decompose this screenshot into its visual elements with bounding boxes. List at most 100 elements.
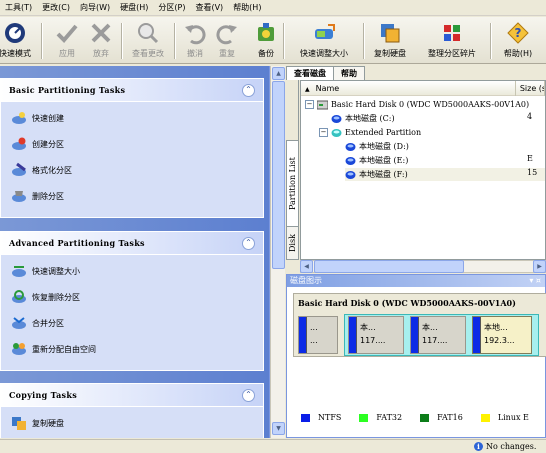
size-c: 4 [527, 112, 533, 121]
disk-map-panel: 磁盘图示 ▾ ¤ Basic Hard Disk 0 (WDC WD5000AA… [286, 274, 546, 438]
backup-button[interactable]: 备份 [252, 19, 280, 62]
basic-tasks-group: Basic Partitioning Tasks ⌃ 快速创建 创建分区 格式化… [0, 78, 264, 218]
task-copy-disk[interactable]: 复制硬盘 [11, 414, 64, 432]
tree-disk-row[interactable]: − Basic Hard Disk 0 (WDC WD5000AAKS-00V1… [305, 98, 529, 111]
defrag-button[interactable]: 整理分区碎片 [423, 19, 481, 62]
task-create-partition[interactable]: 创建分区 [11, 135, 64, 153]
advanced-tasks-header[interactable]: Advanced Partitioning Tasks ⌃ [1, 232, 263, 255]
fast-mode-button[interactable]: 快速模式 [0, 19, 38, 62]
discard-button[interactable]: 放弃 [86, 19, 116, 62]
column-name[interactable]: ▲ Name [301, 81, 516, 96]
toolbar-separator [490, 23, 491, 59]
menu-partition[interactable]: 分区(P) [153, 0, 190, 15]
tab-view-disk[interactable]: 查看磁盘 [286, 66, 334, 80]
apply-button[interactable]: 应用 [52, 19, 82, 62]
scroll-thumb[interactable] [272, 81, 285, 269]
disk-map-partition[interactable]: ...... [298, 316, 338, 354]
toolbar-separator [174, 23, 175, 59]
collapse-icon[interactable]: ⌃ [242, 388, 255, 402]
scroll-up-icon[interactable]: ▲ [272, 67, 285, 80]
size-e: E [527, 154, 533, 163]
disk-map-partition[interactable]: 本... 117.... [348, 316, 404, 354]
task-delete-partition[interactable]: 删除分区 [11, 187, 64, 205]
legend-ntfs: NTFS [301, 413, 341, 422]
toolbar-separator [363, 23, 364, 59]
view-changes-icon [136, 21, 160, 45]
hard-disk-icon [316, 100, 329, 110]
view-changes-button[interactable]: 查看更改 [127, 19, 169, 62]
collapse-toggle-icon[interactable]: − [305, 100, 314, 109]
menu-wizard[interactable]: 向导(W) [75, 0, 115, 15]
column-size[interactable]: Size (se [516, 81, 545, 96]
toolbar: 快速模式 应用 放弃 查看更改 撤消 重复 备份 快速调整大小 复制硬盘 整理分… [0, 17, 546, 64]
tree-row-e[interactable]: 本地磁盘 (E:) [345, 154, 408, 167]
partition-icon [345, 156, 356, 166]
task-format-partition[interactable]: 格式化分区 [11, 161, 72, 179]
create-partition-icon [11, 136, 27, 152]
menu-help[interactable]: 帮助(H) [228, 0, 266, 15]
task-panel-scrollbar[interactable]: ▲ ▼ [270, 66, 285, 438]
panel-menu-icon[interactable]: ▾ ¤ [529, 275, 545, 287]
legend-linux: Linux E [480, 413, 529, 422]
menu-view[interactable]: 查看(V) [190, 0, 228, 15]
info-icon: i [474, 442, 483, 451]
help-button[interactable]: ? 帮助(H) [499, 19, 537, 62]
quick-create-icon [11, 110, 27, 126]
side-tabs: Partition List Disk Editor [286, 80, 299, 260]
task-redistribute-space[interactable]: 重新分配自由空间 [11, 340, 96, 358]
scroll-right-icon[interactable]: ▶ [533, 260, 546, 273]
redo-button[interactable]: 重复 [212, 19, 242, 62]
task-quick-create[interactable]: 快速创建 [11, 109, 64, 127]
scroll-thumb[interactable] [314, 260, 464, 273]
partition-icon [331, 114, 342, 124]
undo-button[interactable]: 撤消 [180, 19, 210, 62]
list-horizontal-scrollbar[interactable]: ◀ ▶ [300, 260, 546, 273]
copying-tasks-header[interactable]: Copying Tasks ⌃ [1, 384, 263, 407]
scroll-left-icon[interactable]: ◀ [300, 260, 313, 273]
toolbar-separator [121, 23, 122, 59]
menu-tools[interactable]: 工具(T) [0, 0, 37, 15]
copy-disk-icon [378, 21, 402, 45]
tree-row-c[interactable]: 本地磁盘 (C:) [331, 112, 395, 125]
tab-help[interactable]: 帮助 [333, 66, 365, 80]
disk-map-partition[interactable]: 本... 117.... [410, 316, 466, 354]
disk-map-disk: Basic Hard Disk 0 (WDC WD5000AAKS-00V1A0… [293, 293, 546, 357]
collapse-icon[interactable]: ⌃ [242, 236, 255, 250]
view-tabs: 查看磁盘 帮助 [286, 66, 365, 80]
partition-icon [345, 142, 356, 152]
help-icon: ? [506, 21, 530, 45]
backup-icon [254, 21, 278, 45]
toolbar-separator [41, 23, 42, 59]
basic-tasks-header[interactable]: Basic Partitioning Tasks ⌃ [1, 79, 263, 102]
tree-row-f[interactable]: 本地磁盘 (F:) [345, 168, 545, 181]
quick-resize-button[interactable]: 快速调整大小 [292, 19, 356, 62]
svg-text:?: ? [515, 26, 522, 40]
disk-map-partition-selected[interactable]: 本地... 192.3... [472, 316, 532, 354]
tab-disk-editor[interactable]: Disk Editor [286, 226, 299, 260]
redo-icon [215, 21, 239, 45]
tab-partition-list[interactable]: Partition List [286, 140, 299, 228]
collapse-toggle-icon[interactable]: − [319, 128, 328, 137]
defrag-icon [440, 21, 464, 45]
quick-resize-icon [312, 21, 336, 45]
task-quick-resize[interactable]: 快速调整大小 [11, 262, 80, 280]
collapse-icon[interactable]: ⌃ [242, 83, 255, 97]
task-panel: Basic Partitioning Tasks ⌃ 快速创建 创建分区 格式化… [0, 66, 270, 438]
tree-row-d[interactable]: 本地磁盘 (D:) [345, 140, 409, 153]
legend-fat16: FAT16 [420, 413, 463, 422]
copy-disk-button[interactable]: 复制硬盘 [369, 19, 411, 62]
scroll-down-icon[interactable]: ▼ [272, 422, 285, 435]
undo-icon [183, 21, 207, 45]
merge-partition-icon [11, 315, 27, 331]
redistribute-space-icon [11, 341, 27, 357]
task-merge-partition[interactable]: 合并分区 [11, 314, 64, 332]
task-recover-partition[interactable]: 恢复删除分区 [11, 288, 80, 306]
status-message: i No changes. [474, 442, 536, 451]
status-bar: i No changes. [0, 439, 546, 453]
menu-disk[interactable]: 硬盘(H) [115, 0, 153, 15]
toolbar-separator [283, 23, 284, 59]
size-f: 15 [527, 168, 538, 177]
copy-disk-icon [11, 415, 27, 431]
tree-row-extended[interactable]: − Extended Partition [319, 126, 421, 139]
menu-changes[interactable]: 更改(C) [37, 0, 75, 15]
